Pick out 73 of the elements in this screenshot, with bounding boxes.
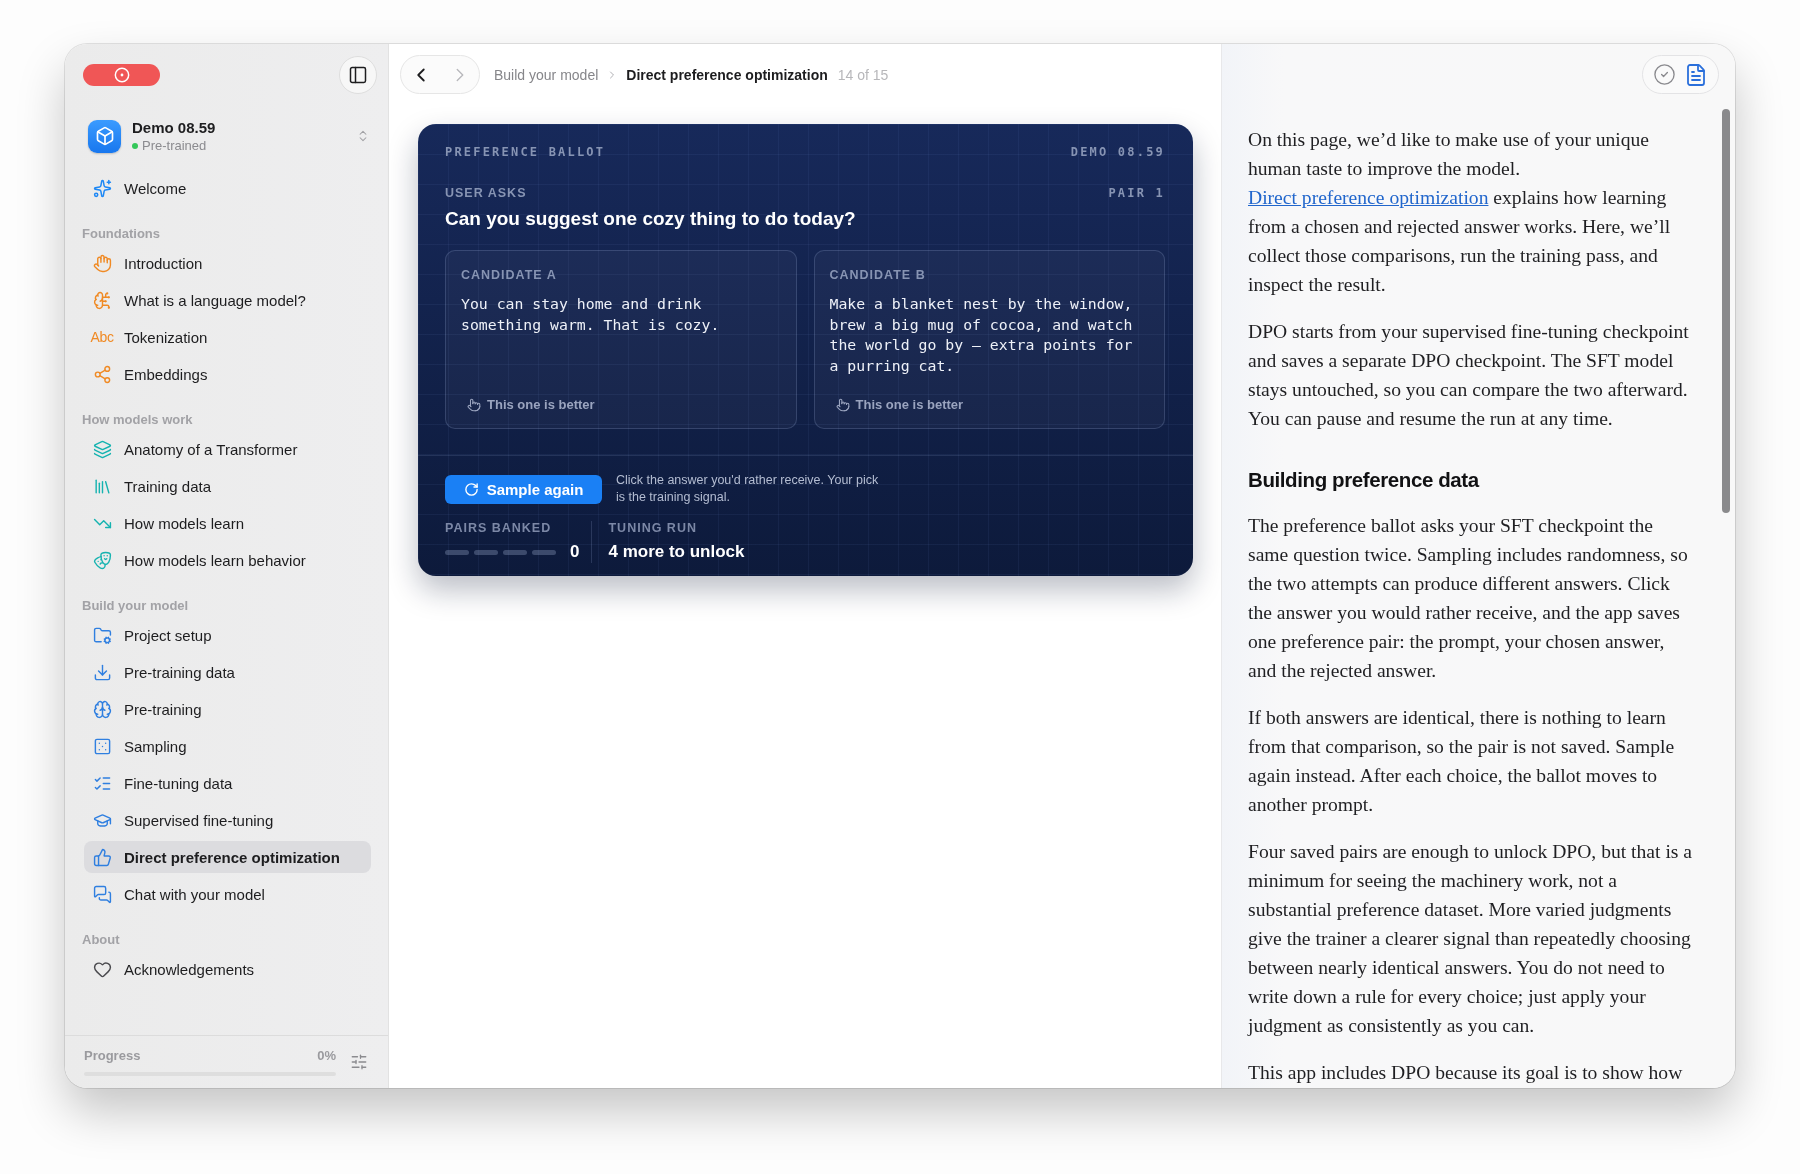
sidebar-item[interactable]: Abc Tokenization <box>84 321 371 353</box>
sidebar-item[interactable]: Direct preference optimization <box>84 841 371 873</box>
instruction-text: Click the answer you'd rather receive. Your pick is the training signal. <box>616 472 880 506</box>
section-heading: Foundations <box>82 226 160 242</box>
body-paragraph: The preference ballot asks your SFT checkpoint the same question twice. Sampling includes randomness, so the two attempts can produce different answers. Click the answer you would rather receive, and the app saves one preference pair: the prompt, your chosen answer, and the rejected answer. <box>1248 514 1689 683</box>
settings-button[interactable] <box>350 1053 368 1071</box>
refresh-icon <box>463 481 479 497</box>
record-icon <box>113 67 130 83</box>
sidebar-item[interactable]: Acknowledgements <box>84 953 371 985</box>
record-button[interactable] <box>83 64 160 86</box>
body-paragraph: DPO starts from your supervised fine-tuning checkpoint and saves a separate DPO checkpoint. The SFT model stays untouched, so you can compare the two afterward. You can pause and resume the run at any time. <box>1248 320 1690 431</box>
project-name: Demo 08.59 <box>132 118 216 137</box>
sidebar-item[interactable]: Embeddings <box>84 358 371 390</box>
sidebar-item[interactable]: How models learn behavior <box>84 544 371 576</box>
question-text: Can you suggest one cozy thing to do today? <box>445 207 856 231</box>
model-name: DEMO 08.59 <box>1070 144 1165 160</box>
current-page-title: Direct preference optimization <box>626 66 828 83</box>
pairs-count: 0 <box>570 541 580 563</box>
progress-value: 0% <box>317 1048 336 1063</box>
cube-app-icon <box>88 119 121 153</box>
section-heading: Building preference data <box>1248 467 1479 493</box>
mark-complete-button[interactable] <box>1653 63 1676 86</box>
body-paragraph: On this page, we’d like to make use of your unique human taste to improve the model. Direct preference optimization explains how learning from a chosen and rejected answer works. Here, we’ll collect those comparisons, run the training pass, and inspect the result. <box>1248 128 1672 297</box>
sidebar-item[interactable]: Anatomy of a Transformer <box>84 433 371 465</box>
page-counter: 14 of 15 <box>837 66 889 83</box>
candidate-card[interactable]: CANDIDATE A You can stay home and drink something warm. That is cozy. This one is better <box>445 250 797 429</box>
pair-number: PAIR 1 <box>1108 185 1165 201</box>
body-paragraph: Four saved pairs are enough to unlock DPO, but that is a minimum for seeing the machinery work, not a substantial preference dataset. More varied judgments give the trainer a clearer signal than repeatedly choosing between nearly identical answers. You do not need to write down a rule for every choice; just apply your judgment as consistently as you can. <box>1248 840 1693 1038</box>
section-heading: About <box>82 932 120 948</box>
check-circle-icon <box>1653 63 1676 86</box>
sidebar-item[interactable]: Training data <box>84 470 371 502</box>
letters-icon: Abc <box>90 329 114 345</box>
candidate-answer: You can stay home and drink something warm. That is cozy. <box>461 294 721 335</box>
stat-label: PAIRS BANKED <box>445 521 552 535</box>
sidebar-item[interactable]: Welcome <box>84 172 371 204</box>
sidebar-item[interactable]: Pre-training <box>84 693 371 725</box>
candidate-label: CANDIDATE B <box>829 267 926 283</box>
sidebar-icon <box>348 65 368 85</box>
notes-button[interactable] <box>1684 62 1708 87</box>
prompt-label: USER ASKS <box>445 185 527 201</box>
choose-hint: This one is better <box>855 397 964 412</box>
ballot-title: PREFERENCE BALLOT <box>445 144 606 160</box>
sliders-icon <box>350 1053 368 1071</box>
candidate-label: CANDIDATE A <box>461 267 557 283</box>
sample-again-button[interactable]: Sample again <box>445 474 602 504</box>
sidebar-toggle-button[interactable] <box>339 56 377 94</box>
inline-link[interactable]: Direct preference optimization <box>1248 187 1489 208</box>
candidate-card[interactable]: CANDIDATE B Make a blanket nest by the window, brew a big mug of cocoa, and watch the world go by — extra points for a purring cat. This one is better <box>813 250 1165 429</box>
sidebar-item[interactable]: Pre-training data <box>84 656 371 688</box>
choose-hint: This one is better <box>487 397 595 412</box>
pointer-hand-icon <box>835 397 850 412</box>
section-heading: Build your model <box>82 598 189 614</box>
breadcrumb-link[interactable]: Build your model <box>494 66 599 83</box>
document-icon <box>1684 62 1708 87</box>
sidebar-item[interactable]: Supervised fine-tuning <box>84 804 371 836</box>
sidebar-item[interactable]: Chat with your model <box>84 878 371 910</box>
scrollbar[interactable] <box>1722 109 1730 513</box>
stat-label: TUNING RUN <box>608 521 697 535</box>
body-paragraph: If both answers are identical, there is nothing to learn from that comparison, so the pair is not saved. Sample again instead. After each choice, the ballot moves to another prompt. <box>1248 706 1676 817</box>
sidebar-item[interactable]: Sampling <box>84 730 371 762</box>
sidebar-item[interactable]: What is a language model? <box>84 284 371 316</box>
sidebar-item[interactable]: Fine-tuning data <box>84 767 371 799</box>
sidebar-item[interactable]: Introduction <box>84 247 371 279</box>
body-paragraph: This app includes DPO because its goal is to show how <box>1248 1061 1684 1085</box>
sidebar-item[interactable]: How models learn <box>84 507 371 539</box>
sidebar-item[interactable]: Project setup <box>84 619 371 651</box>
section-heading: How models work <box>82 412 193 428</box>
tuning-status: 4 more to unlock <box>608 541 745 563</box>
project-status: Pre-trained <box>142 138 207 153</box>
progress-label: Progress <box>84 1048 141 1063</box>
sparkle-icon <box>92 178 112 198</box>
pointer-hand-icon <box>467 397 481 412</box>
candidate-answer: Make a blanket nest by the window, brew a big mug of cocoa, and watch the world go by — extra points for a purring cat. <box>829 294 1134 376</box>
